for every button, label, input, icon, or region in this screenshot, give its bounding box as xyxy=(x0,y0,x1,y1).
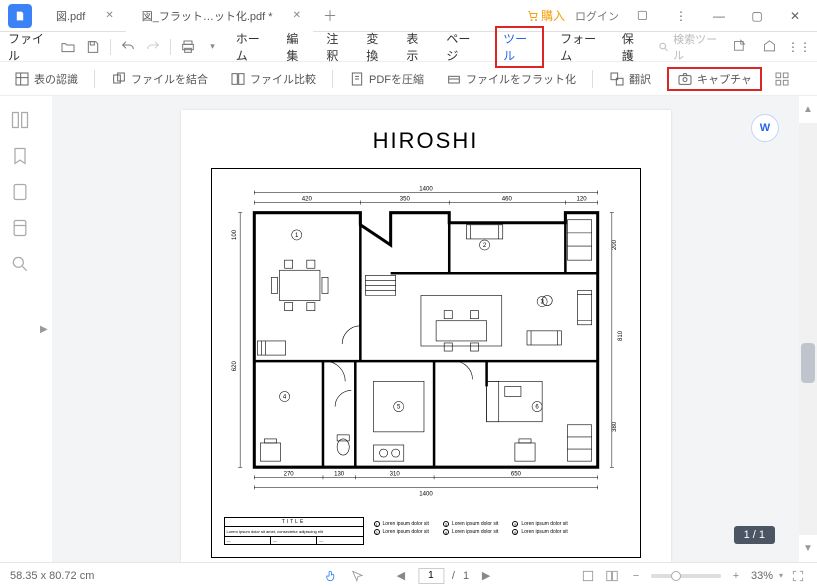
tab-0[interactable]: 図.pdf ✕ xyxy=(40,0,126,32)
flatten-file-button[interactable]: ファイルをフラット化 xyxy=(440,67,582,91)
svg-text:4: 4 xyxy=(282,395,286,401)
attachment-icon[interactable] xyxy=(10,182,30,202)
compress-pdf-button[interactable]: PDFを圧縮 xyxy=(343,67,430,91)
zoom-in-icon[interactable]: + xyxy=(727,567,745,585)
svg-text:100: 100 xyxy=(232,229,238,240)
pdf-page: HIROSHI 1400 1400 xyxy=(181,110,671,562)
buy-button[interactable]: 購入 xyxy=(527,7,565,24)
share-icon[interactable] xyxy=(727,35,751,59)
workarea: ▶ W 1 / 1 HIROSHI 1400 1400 xyxy=(0,96,817,562)
svg-text:6: 6 xyxy=(535,405,539,411)
tab-label: 図.pdf xyxy=(56,8,85,24)
zoom-level: 33% xyxy=(751,570,773,582)
page-number-input[interactable] xyxy=(418,568,444,584)
minimize-button[interactable]: — xyxy=(705,4,733,28)
zoom-out-icon[interactable]: − xyxy=(627,567,645,585)
scroll-thumb[interactable] xyxy=(801,343,815,383)
next-page-icon[interactable]: ▶ xyxy=(477,567,495,585)
svg-text:1400: 1400 xyxy=(419,491,433,497)
undo-icon[interactable] xyxy=(117,35,139,59)
tab-1[interactable]: 図_フラット…ット化.pdf * ✕ xyxy=(126,0,313,32)
search-icon[interactable] xyxy=(10,254,30,274)
zoom-dropdown-icon[interactable]: ▾ xyxy=(779,571,783,580)
close-icon[interactable]: ✕ xyxy=(105,10,113,21)
open-icon[interactable] xyxy=(57,35,79,59)
svg-text:1400: 1400 xyxy=(419,186,433,192)
svg-text:2: 2 xyxy=(482,243,486,249)
notification-icon[interactable] xyxy=(629,4,657,28)
table-recognition-button[interactable]: 表の認識 xyxy=(8,67,84,91)
svg-text:650: 650 xyxy=(510,471,521,477)
scroll-up-icon[interactable]: ▲ xyxy=(799,104,817,115)
svg-text:350: 350 xyxy=(399,197,410,203)
legend: 1Loren ipsum dolor sit 2Loren ipsum dolo… xyxy=(374,521,568,545)
search-tool[interactable]: 検索ツール xyxy=(658,31,725,63)
prev-page-icon[interactable]: ◀ xyxy=(392,567,410,585)
bookmark-icon[interactable] xyxy=(10,146,30,166)
close-button[interactable]: ✕ xyxy=(781,4,809,28)
word-export-icon[interactable]: W xyxy=(751,114,779,142)
floor-plan-svg: 1400 1400 420 350 460 120 270 130 xyxy=(224,181,628,511)
fit-width-icon[interactable] xyxy=(579,567,597,585)
svg-text:130: 130 xyxy=(334,471,345,477)
translate-button[interactable]: 翻訳 xyxy=(603,67,657,91)
scroll-down-icon[interactable]: ▼ xyxy=(799,543,817,554)
fullscreen-icon[interactable] xyxy=(789,567,807,585)
page-sep: / xyxy=(452,570,455,582)
svg-text:310: 310 xyxy=(389,471,400,477)
svg-text:270: 270 xyxy=(283,471,294,477)
svg-text:200: 200 xyxy=(611,239,617,250)
svg-text:1: 1 xyxy=(295,233,299,239)
svg-text:420: 420 xyxy=(301,197,312,203)
select-tool-icon[interactable] xyxy=(348,567,366,585)
zoom-slider[interactable] xyxy=(651,574,721,578)
thumbnail-icon[interactable] xyxy=(10,110,30,130)
page-indicator: 1 / 1 xyxy=(734,526,775,544)
more-icon[interactable]: ⋮ xyxy=(667,4,695,28)
merge-files-button[interactable]: ファイルを結合 xyxy=(105,67,214,91)
statusbar: 58.35 x 80.72 cm ◀ / 1 ▶ − + 33% ▾ xyxy=(0,562,817,588)
title-block: TITLE Lorem Ipsum dolor sit amet, consec… xyxy=(224,517,364,545)
maximize-button[interactable]: ▢ xyxy=(743,4,771,28)
floor-plan-frame: 1400 1400 420 350 460 120 270 130 xyxy=(211,168,641,558)
tab-label: 図_フラット…ット化.pdf * xyxy=(142,8,273,24)
layer-icon[interactable] xyxy=(10,218,30,238)
expand-icon[interactable]: ⋮⋮ xyxy=(787,35,811,59)
svg-text:5: 5 xyxy=(397,405,401,411)
document-title: HIROSHI xyxy=(211,128,641,154)
svg-text:460: 460 xyxy=(501,197,512,203)
scrollbar[interactable]: ▲ ▼ xyxy=(799,96,817,562)
svg-text:380: 380 xyxy=(611,421,617,432)
redo-icon[interactable] xyxy=(141,35,163,59)
left-sidebar xyxy=(0,96,40,562)
page-total: 1 xyxy=(463,570,469,582)
view-mode-icon[interactable] xyxy=(603,567,621,585)
print-icon[interactable] xyxy=(177,35,199,59)
svg-text:120: 120 xyxy=(576,197,587,203)
save-icon[interactable] xyxy=(81,35,103,59)
compare-files-button[interactable]: ファイル比較 xyxy=(224,67,322,91)
toolbar: 表の認識 ファイルを結合 ファイル比較 PDFを圧縮 ファイルをフラット化 翻訳… xyxy=(0,62,817,96)
svg-text:620: 620 xyxy=(232,361,238,372)
svg-text:810: 810 xyxy=(617,330,623,341)
capture-button[interactable]: キャプチャ xyxy=(667,67,762,91)
close-icon[interactable]: ✕ xyxy=(293,10,301,21)
hand-tool-icon[interactable] xyxy=(322,567,340,585)
expand-handle[interactable]: ▶ xyxy=(40,96,52,562)
cloud-icon[interactable] xyxy=(757,35,781,59)
app-icon xyxy=(8,4,32,28)
menubar: ファイル ▾ ホーム 編集 注釈 変換 表示 ページ ツール フォーム 保護 検… xyxy=(0,32,817,62)
dropdown-icon[interactable]: ▾ xyxy=(201,35,223,59)
apps-icon[interactable] xyxy=(772,67,792,91)
login-button[interactable]: ログイン xyxy=(575,8,619,24)
canvas[interactable]: W 1 / 1 HIROSHI 1400 1400 xyxy=(52,96,799,562)
page-dimensions: 58.35 x 80.72 cm xyxy=(10,570,94,582)
